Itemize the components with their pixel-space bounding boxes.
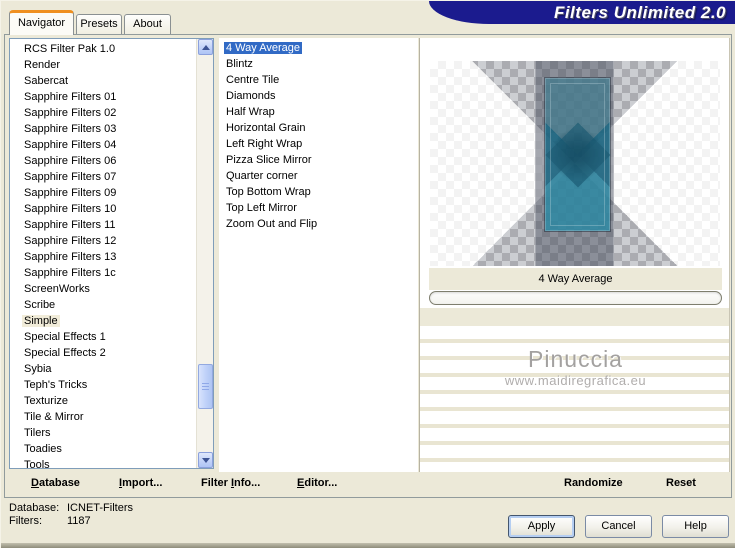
list-item[interactable]: 4 Way Average — [219, 40, 418, 56]
list-item[interactable]: Sapphire Filters 09 — [10, 185, 196, 201]
list-item[interactable]: Sapphire Filters 04 — [10, 137, 196, 153]
list-item[interactable]: Sapphire Filters 06 — [10, 153, 196, 169]
filters-status-value: 1187 — [67, 515, 91, 527]
database-status-value: ICNET-Filters — [67, 502, 133, 514]
list-item[interactable]: Texturize — [10, 393, 196, 409]
list-item[interactable]: Top Left Mirror — [219, 200, 418, 216]
window-title: Filters Unlimited 2.0 — [553, 2, 726, 22]
selected-filter-caption: 4 Way Average — [429, 268, 722, 290]
list-item[interactable]: Special Effects 2 — [10, 345, 196, 361]
filter-info-button[interactable]: Filter Info... — [201, 477, 260, 489]
list-item[interactable]: Left Right Wrap — [219, 136, 418, 152]
list-item[interactable]: Top Bottom Wrap — [219, 184, 418, 200]
watermark-site: www.maidiregrafica.eu — [504, 373, 647, 388]
tab-presets-label: Presets — [80, 18, 118, 30]
list-item[interactable]: Sapphire Filters 11 — [10, 217, 196, 233]
cancel-button[interactable]: Cancel — [585, 515, 652, 538]
database-status-label: Database: — [9, 502, 60, 514]
filter-info-label-pre: Filter — [201, 477, 231, 489]
list-item[interactable]: Zoom Out and Flip — [219, 216, 418, 232]
category-list[interactable]: RCS Filter Pak 1.0 Render Sabercat Sapphire… — [9, 38, 214, 469]
filter-list[interactable]: 4 Way Average Blintz Centre Tile Diamonds Ha… — [219, 38, 418, 472]
list-item[interactable]: Pizza Slice Mirror — [219, 152, 418, 168]
help-button[interactable]: Help — [662, 515, 729, 538]
list-item[interactable]: Centre Tile — [219, 72, 418, 88]
list-item[interactable]: Tile & Mirror — [10, 409, 196, 425]
list-item[interactable]: Blintz — [219, 56, 418, 72]
list-item[interactable]: Sapphire Filters 02 — [10, 105, 196, 121]
filters-status-label: Filters: — [9, 515, 42, 527]
list-item[interactable]: Sapphire Filters 03 — [10, 121, 196, 137]
list-item[interactable]: Diamonds — [219, 88, 418, 104]
tab-navigator-label: Navigator — [17, 17, 66, 29]
list-item[interactable]: Sabercat — [10, 73, 196, 89]
preview-panel: 4 Way Average Pinuccia www.maidiregrafic… — [419, 38, 730, 472]
scroll-up-button[interactable] — [198, 39, 213, 55]
filter-info-label-post: nfo... — [234, 477, 261, 489]
reset-button[interactable]: Reset — [666, 477, 696, 489]
reset-label: Reset — [666, 477, 696, 489]
preview-gem — [545, 78, 610, 231]
panel-spacer — [420, 308, 729, 326]
list-item[interactable]: Sapphire Filters 1c — [10, 265, 196, 281]
tab-navigator[interactable]: Navigator — [9, 10, 74, 35]
tab-content-panel: RCS Filter Pak 1.0 Render Sabercat Sapphire… — [4, 34, 732, 498]
preview-image — [430, 61, 720, 266]
status-area: Database: ICNET-Filters Filters: 1187 — [9, 502, 133, 528]
list-item[interactable]: Sapphire Filters 10 — [10, 201, 196, 217]
list-item[interactable]: Sapphire Filters 12 — [10, 233, 196, 249]
title-banner: Filters Unlimited 2.0 — [429, 1, 735, 24]
list-item[interactable]: Quarter corner — [219, 168, 418, 184]
import-button[interactable]: Import... — [119, 477, 162, 489]
database-label-key: D — [31, 477, 39, 489]
database-button[interactable]: Database — [31, 477, 80, 489]
chevron-up-icon — [201, 44, 210, 50]
window-bottom-edge — [1, 543, 735, 548]
list-item[interactable]: Sybia — [10, 361, 196, 377]
tab-presets[interactable]: Presets — [76, 14, 122, 34]
list-item[interactable]: Scribe — [10, 297, 196, 313]
filters-unlimited-window: Filters Unlimited 2.0 Navigator Presets … — [0, 0, 735, 548]
command-row: Database Import... Filter Info... Editor… — [5, 472, 731, 497]
list-item[interactable]: ScreenWorks — [10, 281, 196, 297]
list-item[interactable]: Special Effects 1 — [10, 329, 196, 345]
list-item[interactable]: Tilers — [10, 425, 196, 441]
list-item[interactable]: Horizontal Grain — [219, 120, 418, 136]
list-item[interactable]: Sapphire Filters 01 — [10, 89, 196, 105]
list-item[interactable]: Sapphire Filters 13 — [10, 249, 196, 265]
editor-label-post: ditor... — [304, 477, 338, 489]
tab-about-label: About — [133, 18, 162, 30]
editor-button[interactable]: Editor... — [297, 477, 337, 489]
list-item[interactable]: Simple — [10, 313, 196, 329]
list-item[interactable]: Toadies — [10, 441, 196, 457]
chevron-down-icon — [201, 457, 210, 463]
list-item[interactable]: Render — [10, 57, 196, 73]
randomize-button[interactable]: Randomize — [564, 477, 623, 489]
category-list-rows: RCS Filter Pak 1.0 Render Sabercat Sapphire… — [10, 41, 196, 468]
list-item[interactable]: RCS Filter Pak 1.0 — [10, 41, 196, 57]
randomize-label: Randomize — [564, 477, 623, 489]
selected-filter-caption-label: 4 Way Average — [538, 273, 613, 285]
database-label-post: atabase — [38, 477, 80, 489]
import-label-post: mport... — [122, 477, 163, 489]
category-scrollbar[interactable] — [196, 39, 213, 468]
list-item[interactable]: Teph's Tricks — [10, 377, 196, 393]
filter-list-rows: 4 Way Average Blintz Centre Tile Diamonds Ha… — [219, 40, 418, 472]
apply-button[interactable]: Apply — [508, 515, 575, 538]
list-item[interactable]: Sapphire Filters 07 — [10, 169, 196, 185]
scroll-down-button[interactable] — [198, 452, 213, 468]
scrollbar-thumb[interactable] — [198, 364, 213, 409]
watermark-name: Pinuccia — [528, 346, 623, 372]
watermark: Pinuccia www.maidiregrafica.eu — [420, 346, 729, 388]
filter-slider[interactable] — [429, 291, 722, 305]
list-item[interactable]: Tools — [10, 457, 196, 468]
list-item[interactable]: Half Wrap — [219, 104, 418, 120]
tab-about[interactable]: About — [124, 14, 171, 34]
